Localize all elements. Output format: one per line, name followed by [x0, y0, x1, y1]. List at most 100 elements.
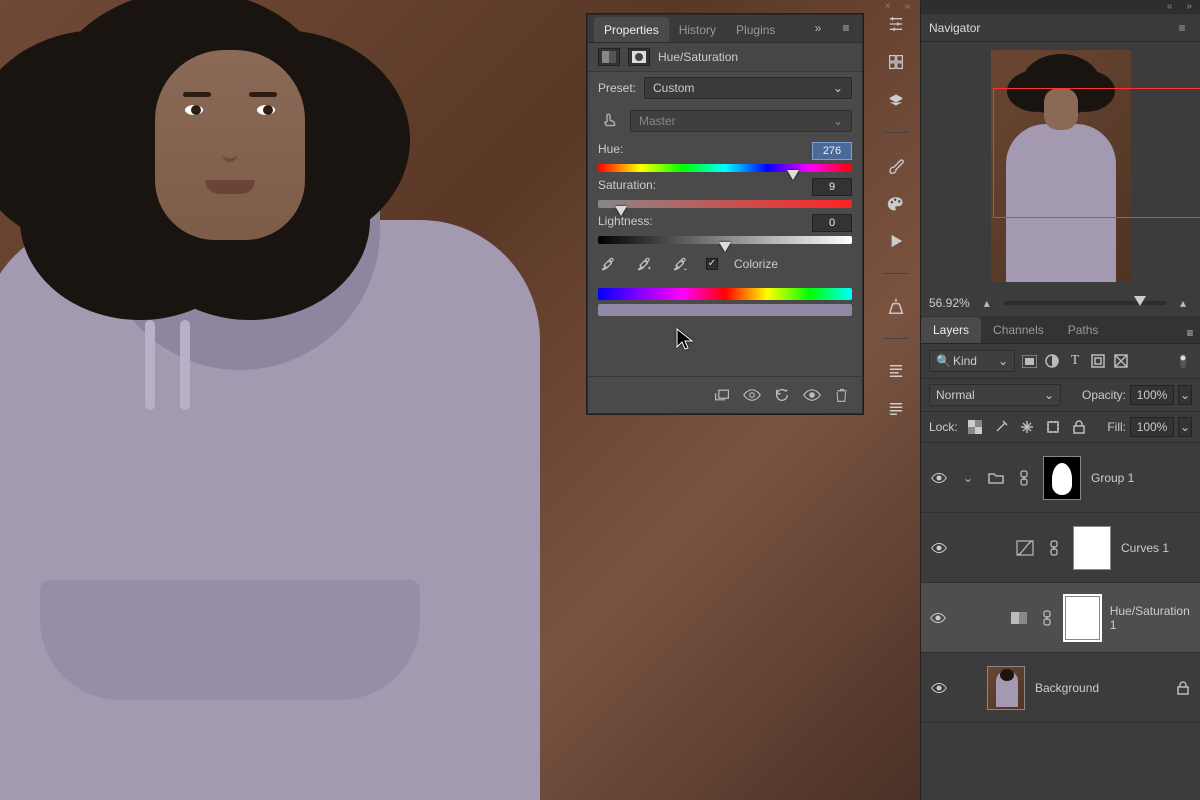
clone-source-dock-icon[interactable]: [886, 296, 906, 316]
chevron-down-icon: ⌄: [998, 354, 1008, 368]
saturation-input[interactable]: 9: [812, 178, 852, 196]
actions-dock-icon[interactable]: [886, 231, 906, 251]
delete-icon[interactable]: [832, 385, 852, 405]
layer-name[interactable]: Hue/Saturation 1: [1110, 604, 1192, 632]
expand-icon[interactable]: »: [1186, 1, 1192, 13]
range-value: Master: [639, 114, 676, 128]
panel-menu-icon[interactable]: ≡: [1180, 323, 1200, 343]
link-icon[interactable]: [1045, 539, 1063, 557]
fill-stepper[interactable]: ⌄: [1178, 417, 1192, 437]
lock-artboard-icon[interactable]: [1044, 418, 1062, 436]
paragraph-dock-icon[interactable]: [886, 361, 906, 381]
visibility-toggle[interactable]: [929, 542, 949, 554]
eyedropper-add-icon[interactable]: [634, 254, 654, 274]
tab-paths[interactable]: Paths: [1056, 317, 1111, 343]
visibility-toggle[interactable]: [929, 472, 949, 484]
group-mask-thumbnail[interactable]: [1043, 456, 1081, 500]
layer-row-group[interactable]: ⌄ Group 1: [921, 443, 1200, 513]
adjustments-dock-icon[interactable]: [886, 14, 906, 34]
panel-menu-icon[interactable]: ≡: [1172, 18, 1192, 38]
chevron-down-icon: ⌄: [1044, 388, 1054, 402]
filter-shape-icon[interactable]: [1089, 352, 1107, 370]
lightness-slider[interactable]: [598, 236, 852, 244]
close-icon[interactable]: ×: [885, 1, 891, 12]
expand-icon[interactable]: »: [808, 18, 828, 38]
blend-row: Normal ⌄ Opacity: 100% ⌄: [921, 379, 1200, 412]
right-top-controls: « »: [921, 0, 1200, 14]
navigator-viewbox[interactable]: [993, 88, 1200, 218]
reset-icon[interactable]: [772, 385, 792, 405]
expand-group-icon[interactable]: ⌄: [959, 469, 977, 487]
zoom-in-icon[interactable]: ▴: [1174, 294, 1192, 312]
link-icon[interactable]: [1015, 469, 1033, 487]
blend-mode-dropdown[interactable]: Normal ⌄: [929, 384, 1061, 406]
navigator-zoom-row: 56.92% ▴ ▴: [921, 290, 1200, 316]
layer-name[interactable]: Curves 1: [1121, 541, 1169, 555]
layer-row-huesat[interactable]: Hue/Saturation 1: [921, 583, 1200, 653]
layer-mask-thumbnail[interactable]: [1073, 526, 1111, 570]
targeted-adjust-icon[interactable]: [598, 109, 622, 133]
folder-icon: [987, 469, 1005, 487]
eyedropper-icon[interactable]: [598, 254, 618, 274]
panel-menu-icon[interactable]: ≡: [836, 18, 856, 38]
layer-thumbnail[interactable]: [987, 666, 1025, 710]
zoom-value[interactable]: 56.92%: [929, 296, 970, 310]
opacity-stepper[interactable]: ⌄: [1178, 385, 1192, 405]
styles-dock-icon[interactable]: [886, 52, 906, 72]
navigator-title: Navigator: [929, 21, 980, 35]
brushes-dock-icon[interactable]: [886, 155, 906, 175]
lock-position-icon[interactable]: [1018, 418, 1036, 436]
tab-layers[interactable]: Layers: [921, 317, 981, 343]
layer-row-background[interactable]: Background: [921, 653, 1200, 723]
hue-slider-thumb[interactable]: [787, 170, 799, 180]
lock-pixels-icon[interactable]: [992, 418, 1010, 436]
lock-all-icon[interactable]: [1070, 418, 1088, 436]
filter-pixel-icon[interactable]: [1020, 352, 1038, 370]
visibility-toggle[interactable]: [929, 682, 949, 694]
layer-name[interactable]: Background: [1035, 681, 1099, 695]
layer-row-curves[interactable]: Curves 1: [921, 513, 1200, 583]
hue-input[interactable]: 276: [812, 142, 852, 160]
adjustment-type-icon: [598, 48, 620, 66]
eyedropper-subtract-icon[interactable]: [670, 254, 690, 274]
zoom-out-icon[interactable]: ▴: [978, 294, 996, 312]
link-icon[interactable]: [1038, 609, 1054, 627]
hue-slider-block: Hue: 276: [588, 138, 862, 174]
fill-input[interactable]: 100%: [1130, 417, 1174, 437]
saturation-slider[interactable]: [598, 200, 852, 208]
collapse-icon[interactable]: «: [1167, 1, 1173, 13]
tab-plugins[interactable]: Plugins: [726, 17, 785, 42]
zoom-slider[interactable]: [1004, 301, 1166, 305]
visibility-toggle[interactable]: [929, 612, 947, 624]
colorize-checkbox[interactable]: [706, 258, 718, 270]
clip-to-layer-icon[interactable]: [712, 385, 732, 405]
hue-slider[interactable]: [598, 164, 852, 172]
filter-toggle-icon[interactable]: [1174, 352, 1192, 370]
lock-icon[interactable]: [1174, 679, 1192, 697]
zoom-slider-thumb[interactable]: [1134, 296, 1146, 306]
toggle-visibility-icon[interactable]: [802, 385, 822, 405]
lightness-input[interactable]: 0: [812, 214, 852, 232]
character-dock-icon[interactable]: [886, 399, 906, 419]
lightness-slider-thumb[interactable]: [719, 242, 731, 252]
libraries-dock-icon[interactable]: [886, 90, 906, 110]
swatches-dock-icon[interactable]: [886, 193, 906, 213]
layer-name[interactable]: Group 1: [1091, 471, 1134, 485]
layer-filter-kind[interactable]: 🔍Kind ⌄: [929, 350, 1015, 372]
navigator-preview[interactable]: [921, 42, 1200, 290]
tab-channels[interactable]: Channels: [981, 317, 1056, 343]
color-range-dropdown: Master ⌄: [630, 110, 852, 132]
lock-transparency-icon[interactable]: [966, 418, 984, 436]
filter-adjustment-icon[interactable]: [1043, 352, 1061, 370]
tab-properties[interactable]: Properties: [594, 17, 669, 42]
color-spectrum[interactable]: [598, 288, 852, 316]
layer-mask-thumbnail[interactable]: [1065, 596, 1100, 640]
saturation-slider-thumb[interactable]: [615, 206, 627, 216]
tab-history[interactable]: History: [669, 17, 726, 42]
collapse-icon[interactable]: »: [905, 1, 911, 12]
filter-smart-icon[interactable]: [1112, 352, 1130, 370]
opacity-input[interactable]: 100%: [1130, 385, 1174, 405]
filter-type-icon[interactable]: T: [1066, 352, 1084, 370]
view-previous-icon[interactable]: [742, 385, 762, 405]
preset-dropdown[interactable]: Custom ⌄: [644, 77, 852, 99]
